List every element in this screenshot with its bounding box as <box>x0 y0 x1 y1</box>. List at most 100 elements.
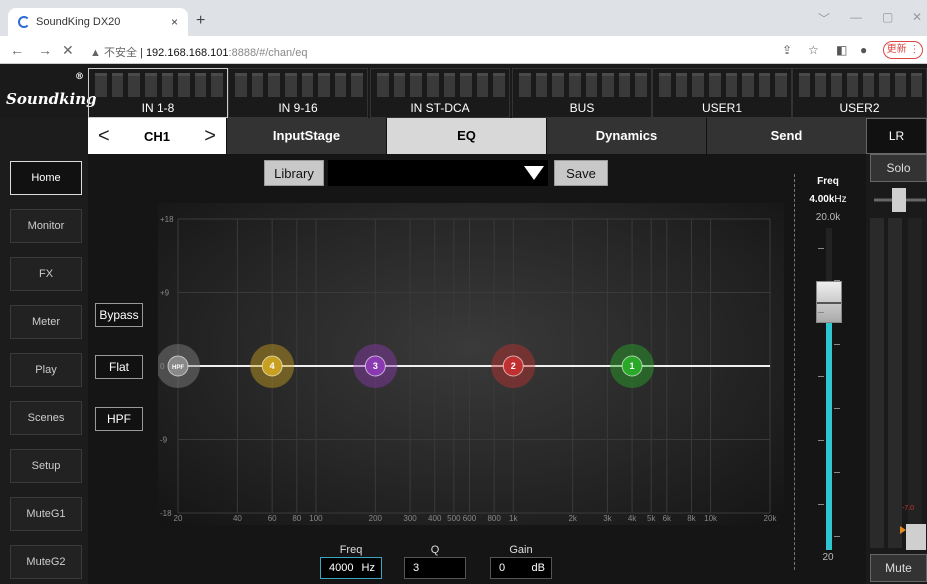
next-channel-icon[interactable]: > <box>204 125 216 148</box>
channel-selector: < CH1 > <box>88 118 226 154</box>
mute-button[interactable]: Mute <box>870 554 927 582</box>
bank-in-9-16[interactable]: IN 9-16 <box>228 68 368 118</box>
profile-icon[interactable]: ● <box>860 43 867 57</box>
bypass-button[interactable]: Bypass <box>95 303 143 327</box>
prev-channel-icon[interactable]: < <box>98 125 110 148</box>
url-field[interactable]: ▲ 不安全 | 192.168.168.101:8888/#/chan/eq <box>90 44 307 60</box>
channel-name: CH1 <box>143 128 170 144</box>
app-window: { "browser": { "tab_title": "SoundKing D… <box>0 0 927 584</box>
eq-graph[interactable]: 20 40 60 80 100 200 300 400 500 600 800 1k 2k 3k 4k 5k 6… <box>158 203 784 525</box>
fader-tick <box>834 344 840 345</box>
channel-meter <box>268 73 280 97</box>
channel-meter <box>831 73 842 97</box>
freq-input[interactable]: 4000 Hz <box>320 557 382 579</box>
maximize-icon[interactable]: ▢ <box>882 10 893 24</box>
channel-meter <box>602 73 614 97</box>
eq-band-label: HPF <box>172 365 184 371</box>
channel-meter <box>535 73 548 97</box>
bank-meters <box>235 73 363 97</box>
new-tab-icon[interactable]: + <box>196 12 205 30</box>
freq-fader-unit: Hz <box>834 194 847 205</box>
sidebar-item-meter[interactable]: Meter <box>10 305 82 339</box>
logo-reg-mark: ® <box>75 72 84 82</box>
gain-input[interactable]: 0 dB <box>490 557 552 579</box>
bank-user1[interactable]: USER1 <box>652 68 792 118</box>
browser-tab[interactable]: SoundKing DX20 × <box>8 8 188 36</box>
fader-fill <box>826 302 832 550</box>
channel-meter <box>161 73 174 97</box>
library-button[interactable]: Library <box>264 160 324 186</box>
freq-fader[interactable]: Freq 4.00kHz 20.0k 20 <box>794 160 862 576</box>
eq-graph-svg[interactable]: 20 40 60 80 100 200 300 400 500 600 800 1k 2k 3k 4k 5k 6… <box>158 203 784 525</box>
bank-user2[interactable]: USER2 <box>792 68 927 118</box>
sidebar-item-muteg2[interactable]: MuteG2 <box>10 545 82 579</box>
lr-button[interactable]: LR <box>866 118 927 154</box>
bank-meters <box>799 73 922 97</box>
channel-meter <box>178 73 190 97</box>
tab-eq[interactable]: EQ <box>386 118 546 154</box>
channel-meter <box>235 73 247 97</box>
channel-meter <box>443 73 456 97</box>
q-input[interactable]: 3 <box>404 557 466 579</box>
channel-meter <box>377 73 389 97</box>
freq-unit: Hz <box>361 562 375 574</box>
url-path: :8888/#/chan/eq <box>228 47 308 59</box>
bank-label: IN 9-16 <box>278 101 318 115</box>
bank-label: USER1 <box>701 101 742 115</box>
library-select[interactable] <box>328 160 548 186</box>
freq-fader-value: 4.00kHz <box>794 194 862 205</box>
channel-meter <box>895 73 906 97</box>
forward-icon[interactable]: → <box>38 42 52 58</box>
sidebar-item-monitor[interactable]: Monitor <box>10 209 82 243</box>
freq-tick-label: 500 <box>447 514 461 523</box>
tab-close-icon[interactable]: × <box>171 15 178 29</box>
bank-meters <box>519 73 647 97</box>
freq-tick-label: 300 <box>403 514 417 523</box>
loading-icon <box>18 16 30 28</box>
minimize-icon[interactable]: — <box>850 10 862 24</box>
star-icon[interactable]: ☆ <box>808 43 819 57</box>
sidebar-item-home[interactable]: Home <box>10 161 82 195</box>
save-button[interactable]: Save <box>554 160 608 186</box>
sidebar-item-setup[interactable]: Setup <box>10 449 82 483</box>
chevron-down-icon[interactable]: ﹀ <box>818 10 830 27</box>
channel-meter <box>194 73 207 97</box>
hpf-button[interactable]: HPF <box>95 407 143 431</box>
lr-fader-knob[interactable] <box>906 524 926 550</box>
tab-inputstage[interactable]: InputStage <box>226 118 386 154</box>
eq-band-label: 1 <box>630 361 635 371</box>
bank-in-st-dca[interactable]: IN ST-DCA <box>370 68 510 118</box>
freq-fader-value-num: 4.00k <box>809 194 835 205</box>
bank-in-1-8[interactable]: IN 1-8 <box>88 68 228 118</box>
bank-bus[interactable]: BUS <box>512 68 652 118</box>
channel-meter <box>351 73 363 97</box>
channel-meter <box>476 73 489 97</box>
channel-meter <box>334 73 347 97</box>
tab-send[interactable]: Send <box>706 118 866 154</box>
channel-meter <box>128 73 140 97</box>
sidebar-item-play[interactable]: Play <box>10 353 82 387</box>
channel-meter <box>911 73 922 97</box>
tab-dynamics[interactable]: Dynamics <box>546 118 706 154</box>
share-icon[interactable]: ⇪ <box>782 43 792 57</box>
freq-tick-label: 200 <box>369 514 383 523</box>
solo-button[interactable]: Solo <box>870 154 927 182</box>
lr-top-knob[interactable] <box>892 188 906 212</box>
fader-tick <box>818 248 824 249</box>
freq-tick-label: 10k <box>704 514 718 523</box>
sidebar-item-muteg1[interactable]: MuteG1 <box>10 497 82 531</box>
flat-button[interactable]: Flat <box>95 355 143 379</box>
channel-meter <box>725 73 738 97</box>
close-window-icon[interactable]: ✕ <box>912 10 922 24</box>
channel-meter <box>815 73 826 97</box>
fader-tick <box>834 280 840 281</box>
stop-icon[interactable]: ✕ <box>62 42 74 59</box>
sidebar-item-fx[interactable]: FX <box>10 257 82 291</box>
fader-tick <box>818 440 824 441</box>
channel-meter <box>318 73 330 97</box>
sidepanel-icon[interactable]: ◧ <box>836 43 847 57</box>
sidebar-item-scenes[interactable]: Scenes <box>10 401 82 435</box>
update-button[interactable]: 更新 ⋮ <box>883 41 923 59</box>
back-icon[interactable]: ← <box>10 42 24 58</box>
fader-knob[interactable] <box>816 281 842 324</box>
